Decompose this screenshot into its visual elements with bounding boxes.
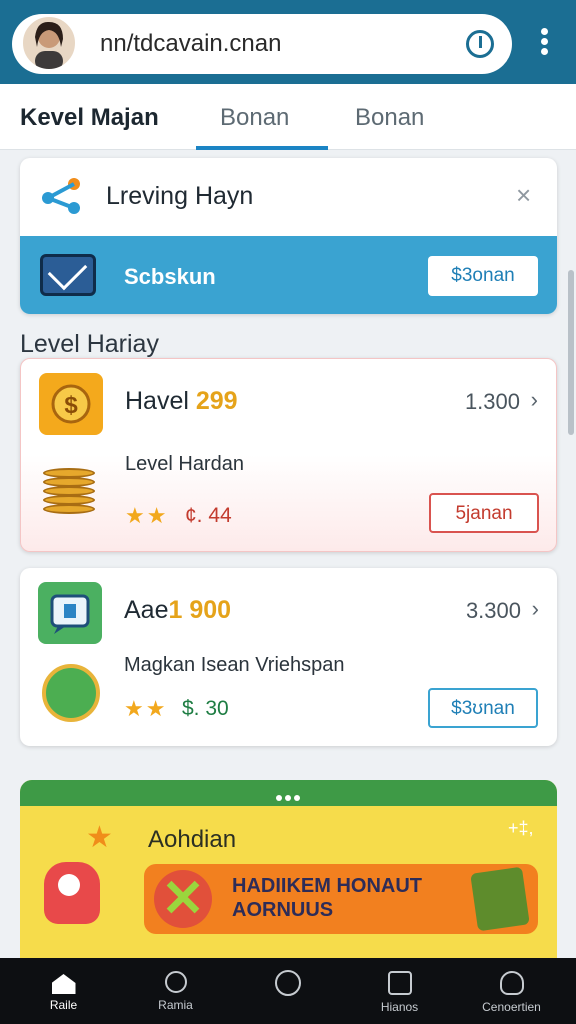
close-icon[interactable]: × [516,180,531,211]
star-rating: ★★ [125,503,169,528]
nav-item-home[interactable]: Raile [6,958,121,1024]
chevron-right-icon: › [531,596,539,621]
header-card-band: Scbskun $3onan [20,236,557,314]
tab-bar: Kevel Majan Bonan Bonan [0,84,576,150]
nav-item-search[interactable]: Ramia [118,958,233,1024]
cart-icon [470,866,530,932]
nav-item-hianos[interactable]: Hianos [342,958,457,1024]
square-icon [387,971,412,995]
kebab-menu-icon[interactable] [536,28,552,58]
carousel-dots[interactable] [276,788,306,801]
url-text[interactable]: nn/tdcavain.cnan [100,30,281,58]
list-item-button[interactable]: $3ʊnan [428,688,538,728]
list-item-value: 1.300 [464,389,520,414]
nav-label: Ramia [158,998,193,1012]
list-item-subtitle: Level Hardan [125,453,244,475]
share-icon [42,178,80,214]
svg-text:$: $ [64,392,78,419]
list-item-title: Havel 299 [125,387,238,415]
band-label: Scbskun [124,264,216,289]
list-item-price: $. 30 [182,697,229,720]
list-item-price: ¢. 44 [185,504,232,527]
tab-bonan-1[interactable]: Bonan [220,104,289,132]
avatar[interactable] [20,14,78,72]
bottom-nav: Raile Ramia Hianos Cenoertien [0,958,576,1024]
circle-icon [274,970,301,996]
chevron-right-icon: › [530,387,538,412]
header-card: Lreving Hayn × Scbskun $3onan [20,158,557,314]
nav-label: Cenoertien [482,1000,541,1014]
list-item-subtitle: Magkan Isean Vriehspan [124,654,345,676]
banner-decoration: +‡, [508,818,534,838]
dollar-coin-icon: $ [39,373,103,435]
coin-stack-icon [43,468,95,525]
tab-indicator [196,146,328,150]
compass-icon [42,664,100,722]
reload-icon[interactable] [466,30,494,58]
mail-icon [40,254,96,296]
promo-button[interactable]: ✕ HADIIKEM HONAUT AORNUUS [144,864,538,934]
browser-bar: nn/tdcavain.cnan [0,0,576,84]
list-item[interactable]: $ Havel 299 1.300 › Level Hardan ★★ ¢. 4… [20,358,557,552]
nav-item-profile[interactable]: Cenoertien [454,958,569,1024]
star-icon: ★ [86,821,113,854]
nav-label: Raile [49,998,78,1012]
mascot-icon [44,862,100,924]
home-icon [51,974,76,994]
message-icon [38,582,102,644]
nav-label: Hianos [380,1000,419,1014]
banner-header [20,780,557,806]
star-rating: ★★ [124,696,168,721]
banner-title: Aohdian [148,826,237,853]
profile-icon [499,971,524,995]
tab-bonan-2[interactable]: Bonan [355,104,424,132]
list-item[interactable]: Aae1 900 3.300 › Magkan Isean Vriehspan … [20,568,557,746]
list-item-title: Aae1 900 [124,596,232,624]
header-card-title: Lreving Hayn [106,182,254,210]
scrollbar[interactable] [568,270,574,435]
band-button[interactable]: $3onan [428,256,538,296]
promo-banner[interactable]: ★ Aohdian +‡, ✕ HADIIKEM HONAUT AORNUUS [20,780,557,960]
nav-item-circle[interactable] [230,958,345,1024]
cross-icon: ✕ [154,870,212,928]
tab-kevel-majan[interactable]: Kevel Majan [20,104,159,132]
list-item-button[interactable]: 5janan [429,493,539,533]
search-icon [164,971,187,993]
list-item-value: 3.300 [465,598,521,623]
section-heading: Level Hariay [20,330,159,358]
promo-text: HADIIKEM HONAUT AORNUUS [232,875,422,921]
